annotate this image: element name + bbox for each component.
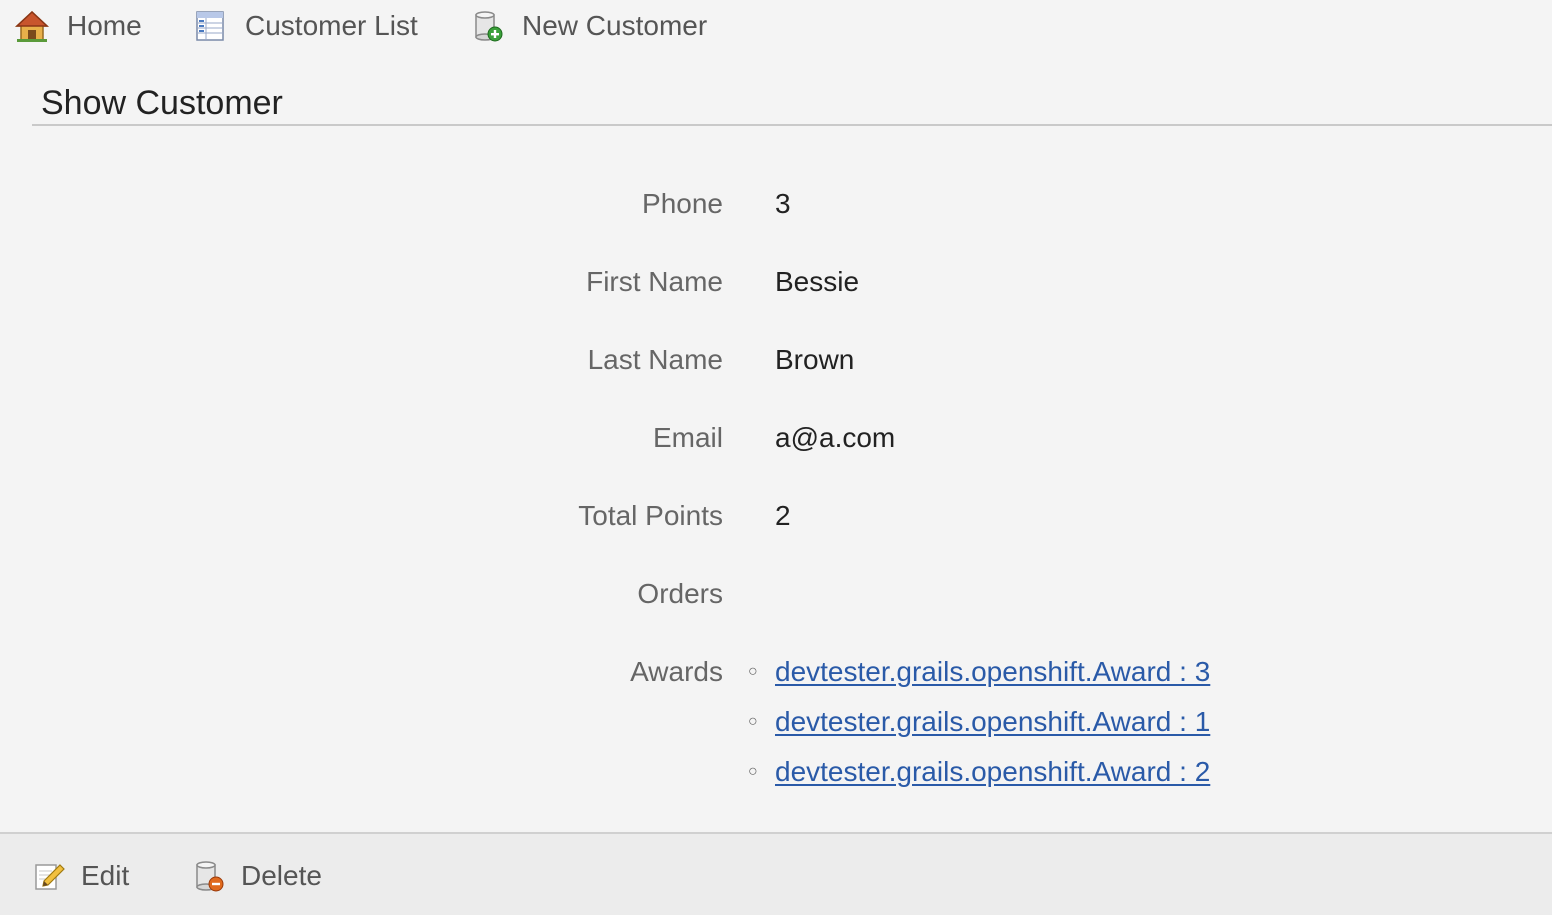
nav-home-label: Home: [67, 10, 142, 41]
database-add-icon: [470, 9, 504, 43]
button-bar: Edit Delete: [0, 832, 1552, 915]
property-label: First Name: [586, 266, 723, 297]
edit-button-label: Edit: [81, 860, 130, 891]
property-value: Brown: [775, 344, 855, 375]
property-value: a@a.com: [775, 422, 896, 453]
bullet-icon: ○: [748, 663, 758, 680]
list-item: ○ devtester.grails.openshift.Award : 3: [748, 656, 1210, 706]
award-link[interactable]: devtester.grails.openshift.Award : 2: [775, 756, 1210, 788]
page-title: Show Customer: [41, 84, 283, 122]
property-value: 2: [775, 500, 791, 531]
property-value: Bessie: [775, 266, 860, 297]
awards-list: ○ devtester.grails.openshift.Award : 3 ○…: [748, 656, 1210, 806]
nav-customer-list-label: Customer List: [245, 10, 418, 41]
bullet-icon: ○: [748, 713, 758, 730]
top-nav: Home Customer List New Customer: [0, 0, 1552, 52]
bullet-icon: ○: [748, 763, 758, 780]
delete-button[interactable]: Delete: [192, 858, 322, 894]
property-label: Phone: [642, 188, 723, 219]
nav-new-customer-link[interactable]: New Customer: [470, 8, 707, 44]
home-icon: [15, 9, 49, 43]
property-label: Awards: [630, 656, 723, 687]
nav-new-customer-label: New Customer: [522, 10, 708, 41]
title-divider: [32, 124, 1552, 126]
delete-button-label: Delete: [241, 860, 322, 891]
property-label: Total Points: [578, 500, 723, 531]
edit-button[interactable]: Edit: [32, 858, 129, 894]
nav-customer-list-link[interactable]: Customer List: [193, 8, 418, 44]
property-value: 3: [775, 188, 791, 219]
award-link[interactable]: devtester.grails.openshift.Award : 1: [775, 706, 1210, 738]
award-link[interactable]: devtester.grails.openshift.Award : 3: [775, 656, 1210, 688]
property-label: Last Name: [587, 344, 723, 375]
list-item: ○ devtester.grails.openshift.Award : 1: [748, 706, 1210, 756]
property-label: Orders: [637, 578, 723, 609]
list-item: ○ devtester.grails.openshift.Award : 2: [748, 756, 1210, 806]
table-list-icon: [193, 9, 227, 43]
edit-pencil-icon: [32, 859, 66, 893]
database-delete-icon: [192, 859, 226, 893]
nav-home-link[interactable]: Home: [15, 8, 142, 44]
property-label: Email: [652, 422, 723, 453]
